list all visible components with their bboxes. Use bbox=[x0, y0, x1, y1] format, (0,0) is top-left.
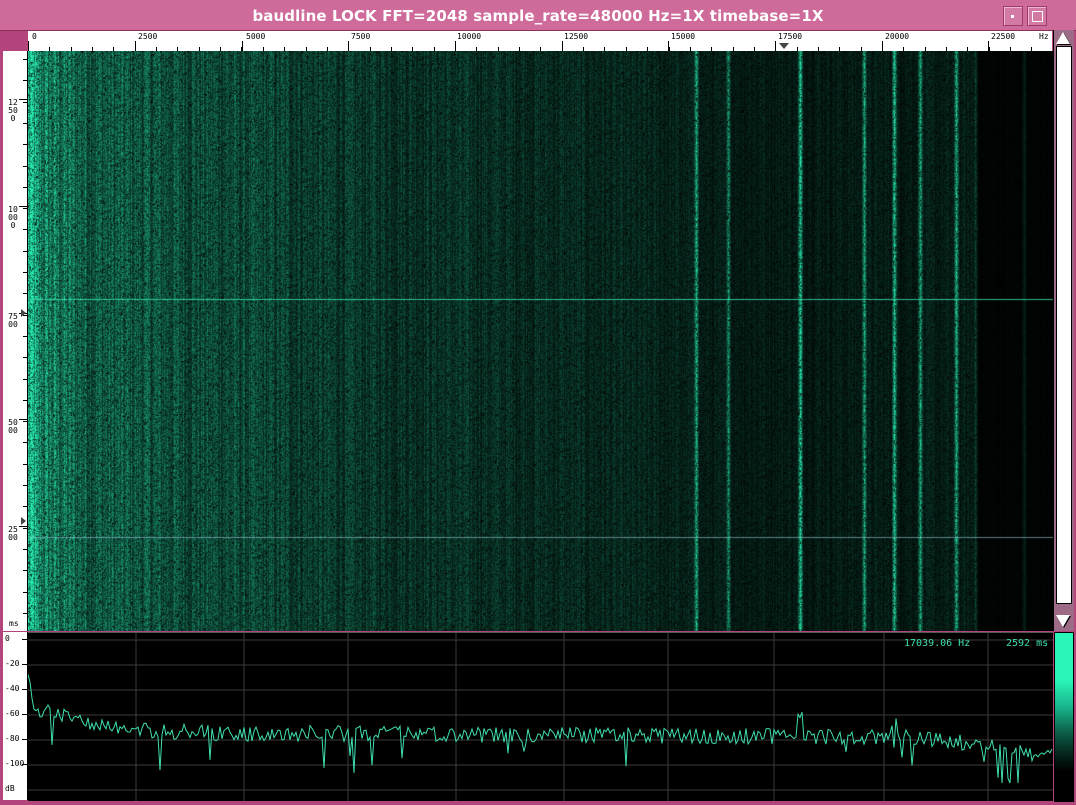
time-minor-tick bbox=[23, 464, 27, 465]
freq-tick-label: 10000 bbox=[457, 32, 482, 41]
freq-tick-label: 7500 bbox=[351, 32, 371, 41]
db-tick bbox=[22, 714, 27, 715]
freq-tick-label: 15000 bbox=[671, 32, 696, 41]
frequency-ruler[interactable]: 0 2500 5000 7500 10000 12500 15000 17500… bbox=[28, 31, 1052, 52]
time-minor-tick bbox=[23, 421, 27, 422]
time-minor-tick bbox=[23, 123, 27, 124]
db-ruler[interactable]: 0 -20 -40 -60 -80 -100 dB bbox=[3, 632, 28, 800]
db-tick bbox=[22, 664, 27, 665]
time-minor-tick bbox=[23, 102, 27, 103]
time-tick bbox=[19, 526, 27, 527]
time-minor-tick bbox=[23, 293, 27, 294]
time-minor-tick bbox=[23, 144, 27, 145]
time-tick-label: 7500 bbox=[8, 312, 18, 329]
time-tick bbox=[19, 99, 27, 100]
spectrogram-display[interactable] bbox=[28, 51, 1053, 631]
time-minor-tick bbox=[23, 570, 27, 571]
time-minor-tick bbox=[23, 272, 27, 273]
time-unit-label: ms bbox=[9, 619, 19, 628]
frequency-readout: 17039.06 Hz bbox=[904, 638, 971, 649]
time-minor-tick bbox=[23, 166, 27, 167]
maximize-button[interactable] bbox=[1027, 6, 1047, 26]
time-minor-tick bbox=[23, 506, 27, 507]
spectrum-plot[interactable] bbox=[28, 633, 1053, 801]
time-minor-tick bbox=[23, 208, 27, 209]
freq-tick-label: 20000 bbox=[885, 32, 910, 41]
time-minor-tick bbox=[23, 485, 27, 486]
title-bar[interactable]: baudline LOCK FFT=2048 sample_rate=48000… bbox=[0, 0, 1076, 31]
time-tick bbox=[19, 206, 27, 207]
db-tick bbox=[22, 639, 27, 640]
time-minor-tick bbox=[23, 379, 27, 380]
time-tick-label: 12500 bbox=[8, 98, 18, 123]
freq-tick-label: 2500 bbox=[138, 32, 158, 41]
db-tick-label: -60 bbox=[5, 709, 20, 718]
time-minor-tick bbox=[23, 59, 27, 60]
time-readout: 2592 ms bbox=[1006, 638, 1049, 649]
minimize-icon bbox=[1011, 15, 1014, 18]
freq-tick bbox=[242, 41, 243, 51]
time-minor-tick bbox=[23, 442, 27, 443]
time-minor-tick bbox=[23, 251, 27, 252]
window-title: baudline LOCK FFT=2048 sample_rate=48000… bbox=[252, 7, 824, 25]
db-tick-label: 0 bbox=[5, 634, 10, 643]
time-minor-tick bbox=[23, 400, 27, 401]
db-tick-label: -20 bbox=[5, 659, 20, 668]
arrow-up-icon[interactable] bbox=[1056, 32, 1070, 44]
time-tick-label: 10000 bbox=[8, 205, 18, 230]
time-tick bbox=[19, 419, 27, 420]
spectrum-grid bbox=[28, 633, 1053, 801]
spectrum-trace bbox=[28, 674, 1053, 784]
time-minor-tick bbox=[23, 592, 27, 593]
spectrum-display[interactable]: 17039.06 Hz 2592 ms bbox=[28, 632, 1053, 801]
time-marker-icon[interactable] bbox=[21, 309, 26, 317]
vertical-scrollbar[interactable] bbox=[1053, 30, 1074, 631]
time-tick-label: 2500 bbox=[8, 525, 18, 542]
freq-tick-label: 5000 bbox=[246, 32, 266, 41]
freq-tick-label: 12500 bbox=[564, 32, 589, 41]
db-tick bbox=[22, 689, 27, 690]
maximize-icon bbox=[1032, 11, 1043, 22]
db-unit-label: dB bbox=[5, 784, 15, 793]
time-minor-tick bbox=[23, 80, 27, 81]
db-tick bbox=[22, 764, 27, 765]
time-minor-tick bbox=[23, 528, 27, 529]
time-tick-label: 5000 bbox=[8, 418, 18, 435]
time-minor-tick bbox=[23, 336, 27, 337]
spectrogram-canvas[interactable] bbox=[28, 51, 1053, 631]
time-ruler[interactable]: 12500 10000 7500 5000 2500 ms bbox=[3, 51, 28, 631]
baudline-window: baudline LOCK FFT=2048 sample_rate=48000… bbox=[0, 0, 1076, 805]
frequency-marker-icon[interactable] bbox=[779, 43, 789, 49]
db-tick-label: -40 bbox=[5, 684, 20, 693]
time-minor-tick bbox=[23, 613, 27, 614]
time-marker-icon[interactable] bbox=[21, 517, 26, 525]
arrow-down-icon[interactable] bbox=[1056, 615, 1070, 627]
time-minor-tick bbox=[23, 549, 27, 550]
freq-unit-label: Hz bbox=[1039, 32, 1049, 41]
freq-tick-label: 17500 bbox=[778, 32, 803, 41]
freq-tick-label: 0 bbox=[32, 32, 37, 41]
time-minor-tick bbox=[23, 187, 27, 188]
minimize-button[interactable] bbox=[1003, 6, 1023, 26]
db-tick-label: -80 bbox=[5, 734, 20, 743]
color-scale-bar[interactable] bbox=[1054, 632, 1074, 802]
time-minor-tick bbox=[23, 229, 27, 230]
freq-tick-label: 22500 bbox=[991, 32, 1016, 41]
db-tick bbox=[22, 739, 27, 740]
time-minor-tick bbox=[23, 357, 27, 358]
scroll-thumb[interactable] bbox=[1056, 46, 1072, 604]
